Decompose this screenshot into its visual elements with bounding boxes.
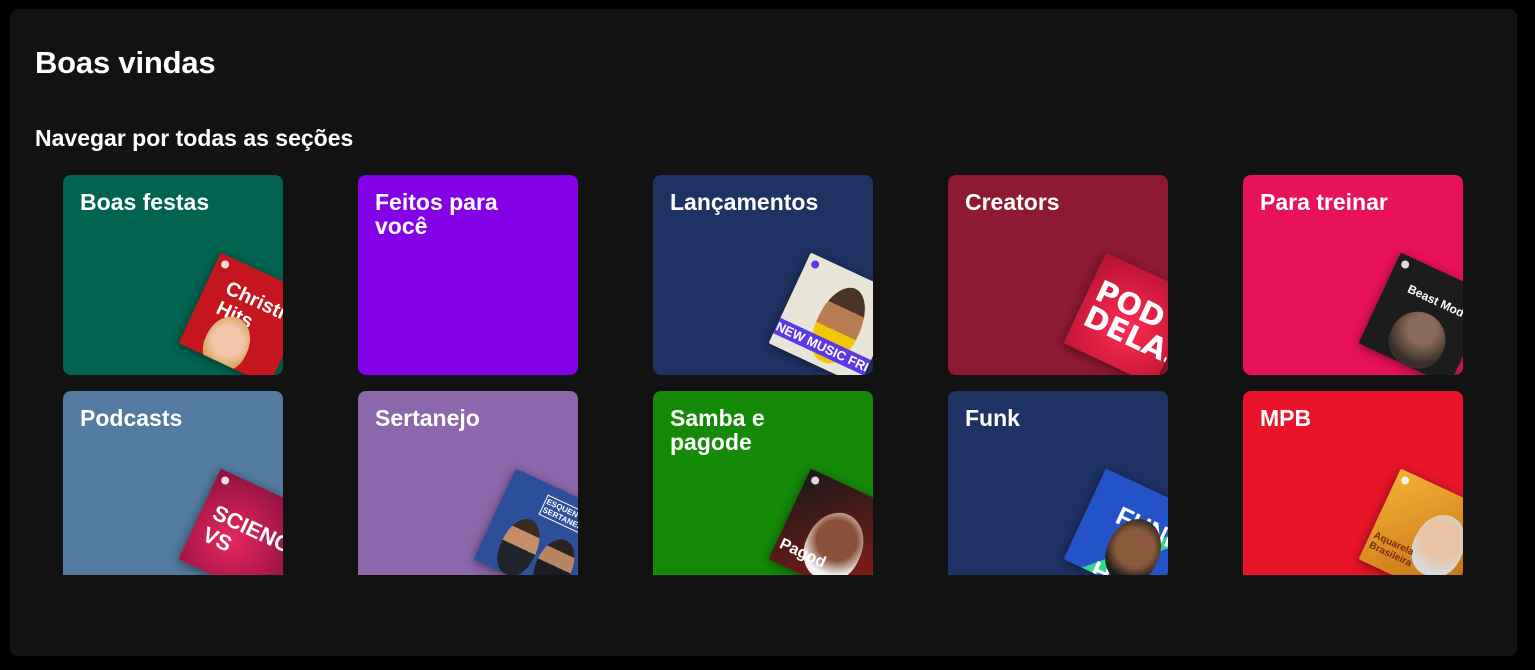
card-label: Funk <box>965 405 1020 431</box>
category-card-funk[interactable]: Funk FUNK HITS <box>948 391 1168 575</box>
category-card-mpb[interactable]: MPB Aquarela Brasileira <box>1243 391 1463 575</box>
spotify-logo-icon <box>219 259 231 270</box>
card-label: Podcasts <box>80 405 183 431</box>
funk-hits-cover: FUNK HITS <box>1063 468 1168 575</box>
spotify-logo-icon <box>1399 475 1411 486</box>
category-grid: Boas festas Christmas Hits Feitos para v… <box>10 175 1517 575</box>
category-card-lancamentos[interactable]: Lançamentos NEW MUSIC FRIDAY <box>653 175 873 375</box>
card-label: Boas festas <box>80 189 210 215</box>
science-vs-cover: SCIENCE VS <box>178 468 283 575</box>
christmas-hits-cover: Christmas Hits <box>178 252 283 375</box>
spotify-logo-icon <box>809 259 821 270</box>
section-title: Navegar por todas as seções <box>35 125 354 151</box>
card-label: MPB <box>1260 405 1312 431</box>
esquenta-sertanejo-cover: ESQUENTA SERTANEJO <box>473 468 578 575</box>
card-label: Para treinar <box>1260 189 1388 215</box>
pagodeira-cover: Pagod <box>768 468 873 575</box>
card-label: Lançamentos <box>670 189 819 215</box>
card-label: Sertanejo <box>375 405 480 431</box>
category-card-creators[interactable]: Creators POD DELAS <box>948 175 1168 375</box>
beast-mode-cover: Beast Mode <box>1358 252 1463 375</box>
category-card-boas-festas[interactable]: Boas festas Christmas Hits <box>63 175 283 375</box>
pod-delas-cover: POD DELAS <box>1063 252 1168 375</box>
category-card-sertanejo[interactable]: Sertanejo ESQUENTA SERTANEJO <box>358 391 578 575</box>
category-card-samba-e-pagode[interactable]: Samba e pagode Pagod <box>653 391 873 575</box>
page-title: Boas vindas <box>35 45 216 80</box>
card-label: Creators <box>965 189 1060 215</box>
cover-text: POD DELAS <box>1077 274 1168 375</box>
category-card-feitos-para-voce[interactable]: Feitos para você <box>358 175 578 375</box>
aquarela-brasileira-cover: Aquarela Brasileira <box>1358 468 1463 575</box>
category-card-podcasts[interactable]: Podcasts SCIENCE VS <box>63 391 283 575</box>
spotify-logo-icon <box>1399 259 1411 270</box>
main-panel: Boas vindas Navegar por todas as seções … <box>10 9 1517 656</box>
spotify-logo-icon <box>219 475 231 486</box>
category-card-para-treinar[interactable]: Para treinar Beast Mode <box>1243 175 1463 375</box>
cover-text: SCIENCE VS <box>198 499 283 564</box>
cover-text: ESQUENTA SERTANEJO <box>538 494 578 540</box>
athlete-image <box>1380 302 1455 375</box>
spotify-logo-icon <box>809 475 821 486</box>
new-music-friday-cover: NEW MUSIC FRIDAY <box>768 252 873 375</box>
card-label: Samba e pagode <box>670 405 765 455</box>
card-label: Feitos para você <box>375 189 498 239</box>
